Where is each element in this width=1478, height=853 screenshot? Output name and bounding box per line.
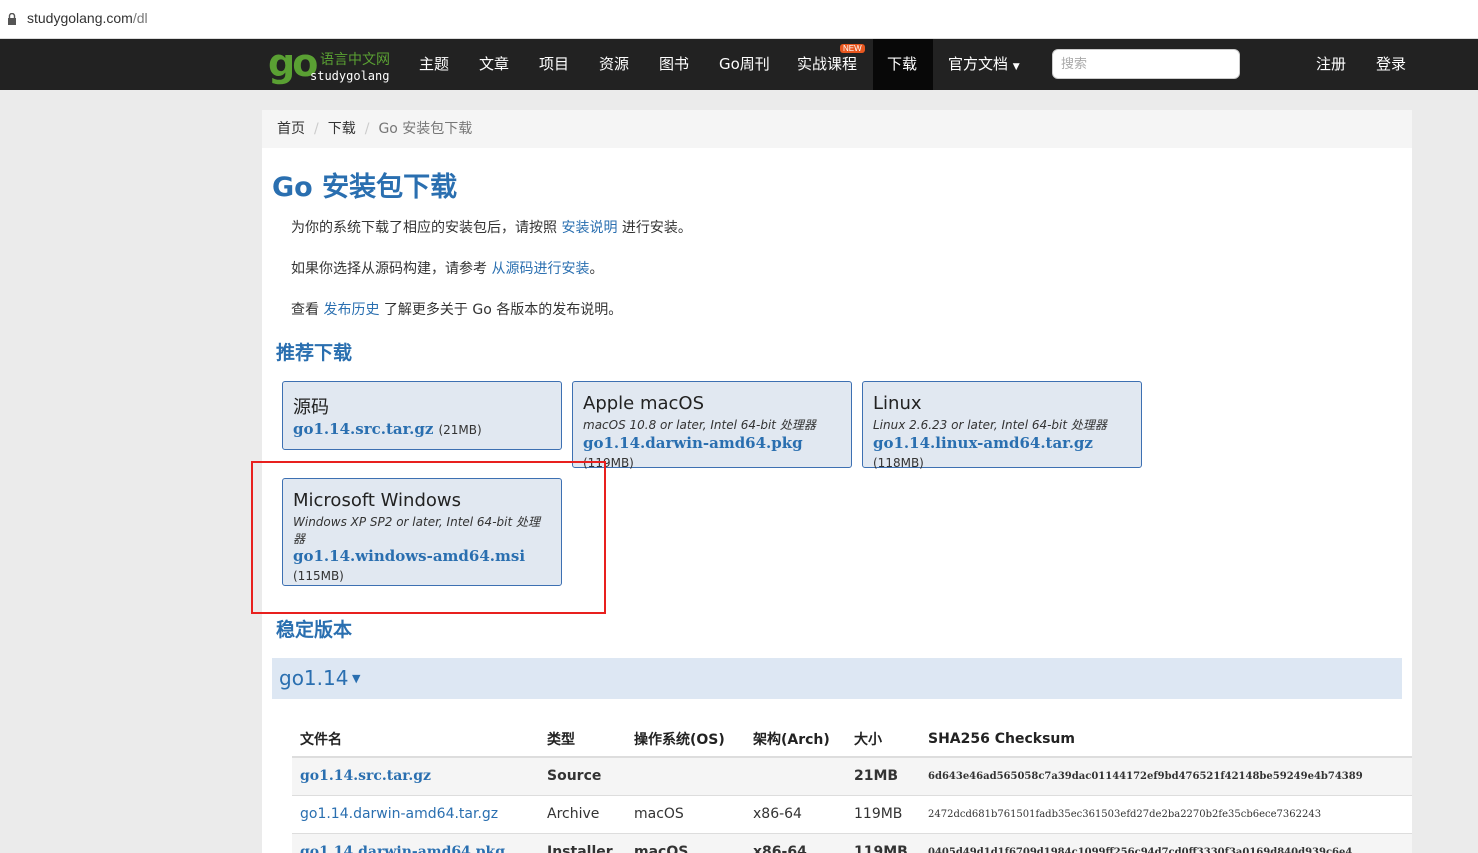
- cell-kind: Archive: [539, 794, 626, 833]
- new-badge: NEW: [840, 44, 865, 53]
- triangle-down-icon: ▼: [352, 672, 361, 685]
- breadcrumb: 首页 / 下载 / Go 安装包下载: [262, 110, 1412, 148]
- col-os: 操作系统(OS): [626, 718, 745, 758]
- cell-os: [626, 756, 745, 795]
- go-logo-mark: go: [268, 41, 318, 85]
- featured-macos[interactable]: Apple macOS macOS 10.8 or later, Intel 6…: [572, 381, 852, 470]
- cell-sha256: 6d643e46ad565058c7a39dac01144172ef9bd476…: [920, 756, 1412, 795]
- cell-size: 119MB: [846, 794, 920, 833]
- register-link[interactable]: 注册: [1308, 39, 1354, 90]
- release-history-text: 查看 发布历史 了解更多关于 Go 各版本的发布说明。: [291, 302, 623, 318]
- top-navbar: go 语言中文网 studygolang 主题 文章 项目 资源 图书 Go周刊…: [0, 39, 1478, 90]
- search-input[interactable]: [1052, 49, 1240, 79]
- site-logo[interactable]: go 语言中文网 studygolang: [268, 43, 398, 87]
- source-build-text: 如果你选择从源码构建，请参考 从源码进行安装。: [291, 261, 604, 277]
- release-history-link[interactable]: 发布历史: [323, 302, 379, 318]
- nav-resources[interactable]: 资源: [591, 39, 637, 90]
- file-link[interactable]: go1.14.darwin-amd64.tar.gz: [300, 806, 498, 822]
- featured-file[interactable]: go1.14.linux-amd64.tar.gz: [873, 434, 1093, 452]
- version-toggle[interactable]: go1.14 ▼: [272, 658, 1402, 699]
- col-arch: 架构(Arch): [745, 718, 846, 758]
- cell-arch: x86-64: [745, 832, 846, 853]
- url-text[interactable]: studygolang.com/dl: [27, 10, 148, 26]
- nav-weekly[interactable]: Go周刊: [711, 39, 778, 90]
- featured-size: (118MB): [873, 456, 924, 470]
- cell-sha256: 0405d49d1d1f6709d1984c1099ff256c94d7cd0f…: [920, 832, 1412, 853]
- featured-file[interactable]: go1.14.src.tar.gz: [293, 420, 433, 438]
- nav-official-docs[interactable]: 官方文档 ▼: [940, 39, 1028, 90]
- table-header-row: 文件名 类型 操作系统(OS) 架构(Arch) 大小 SHA256 Check…: [292, 718, 1412, 758]
- nav-books[interactable]: 图书: [651, 39, 697, 90]
- featured-name: 源码: [293, 397, 329, 418]
- nav-articles[interactable]: 文章: [471, 39, 517, 90]
- table-row: go1.14.src.tar.gz Source 21MB 6d643e46ad…: [292, 756, 1412, 795]
- featured-name: Linux: [873, 393, 922, 414]
- install-guide-link[interactable]: 安装说明: [561, 220, 617, 236]
- col-size: 大小: [846, 718, 920, 758]
- cell-arch: x86-64: [745, 794, 846, 833]
- cell-kind: Source: [539, 756, 626, 795]
- cell-os: macOS: [626, 832, 745, 853]
- version-label: go1.14: [279, 666, 349, 690]
- featured-size: (21MB): [438, 423, 482, 437]
- featured-linux[interactable]: Linux Linux 2.6.23 or later, Intel 64-bi…: [862, 381, 1142, 470]
- file-link[interactable]: go1.14.darwin-amd64.pkg: [300, 844, 505, 853]
- logo-en-text: studygolang: [310, 69, 390, 83]
- lock-icon: [8, 13, 16, 25]
- caret-down-icon: ▼: [1012, 62, 1020, 72]
- breadcrumb-current: Go 安装包下载: [378, 121, 473, 137]
- cell-size: 21MB: [846, 756, 920, 795]
- breadcrumb-home[interactable]: 首页: [277, 121, 305, 137]
- featured-source[interactable]: 源码 go1.14.src.tar.gz (21MB): [282, 381, 562, 450]
- col-sha256: SHA256 Checksum: [920, 718, 1412, 758]
- logo-cn-text: 语言中文网: [320, 52, 390, 68]
- page-title: Go 安装包下载: [272, 172, 458, 203]
- cell-size: 119MB: [846, 832, 920, 853]
- table-row: go1.14.darwin-amd64.pkg Installer macOS …: [292, 832, 1412, 853]
- featured-sub: macOS 10.8 or later, Intel 64-bit 处理器: [583, 418, 816, 432]
- breadcrumb-download[interactable]: 下载: [328, 121, 356, 137]
- col-kind: 类型: [539, 718, 626, 758]
- cell-kind: Installer: [539, 832, 626, 853]
- nav-topics[interactable]: 主题: [411, 39, 457, 90]
- col-filename: 文件名: [292, 718, 539, 758]
- file-link[interactable]: go1.14.src.tar.gz: [300, 768, 431, 784]
- featured-file[interactable]: go1.14.darwin-amd64.pkg: [583, 434, 803, 452]
- table-row: go1.14.darwin-amd64.tar.gz Archive macOS…: [292, 794, 1412, 833]
- nav-download[interactable]: 下载: [873, 39, 933, 90]
- cell-os: macOS: [626, 794, 745, 833]
- install-instructions-text: 为你的系统下载了相应的安装包后，请按照 安装说明 进行安装。: [291, 220, 692, 236]
- featured-name: Apple macOS: [583, 393, 705, 414]
- login-link[interactable]: 登录: [1368, 39, 1414, 90]
- nav-projects[interactable]: 项目: [531, 39, 577, 90]
- cell-arch: [745, 756, 846, 795]
- browser-address-bar[interactable]: studygolang.com/dl: [0, 0, 1478, 39]
- featured-sub: Linux 2.6.23 or later, Intel 64-bit 处理器: [873, 418, 1107, 432]
- annotation-highlight-box: [251, 461, 606, 614]
- recommended-heading: 推荐下载: [276, 342, 353, 364]
- cell-sha256: 2472dcd681b761501fadb35ec361503efd27de2b…: [920, 794, 1412, 833]
- stable-heading: 稳定版本: [276, 619, 353, 641]
- downloads-table: 文件名 类型 操作系统(OS) 架构(Arch) 大小 SHA256 Check…: [292, 718, 1412, 853]
- source-install-link[interactable]: 从源码进行安装: [491, 261, 589, 277]
